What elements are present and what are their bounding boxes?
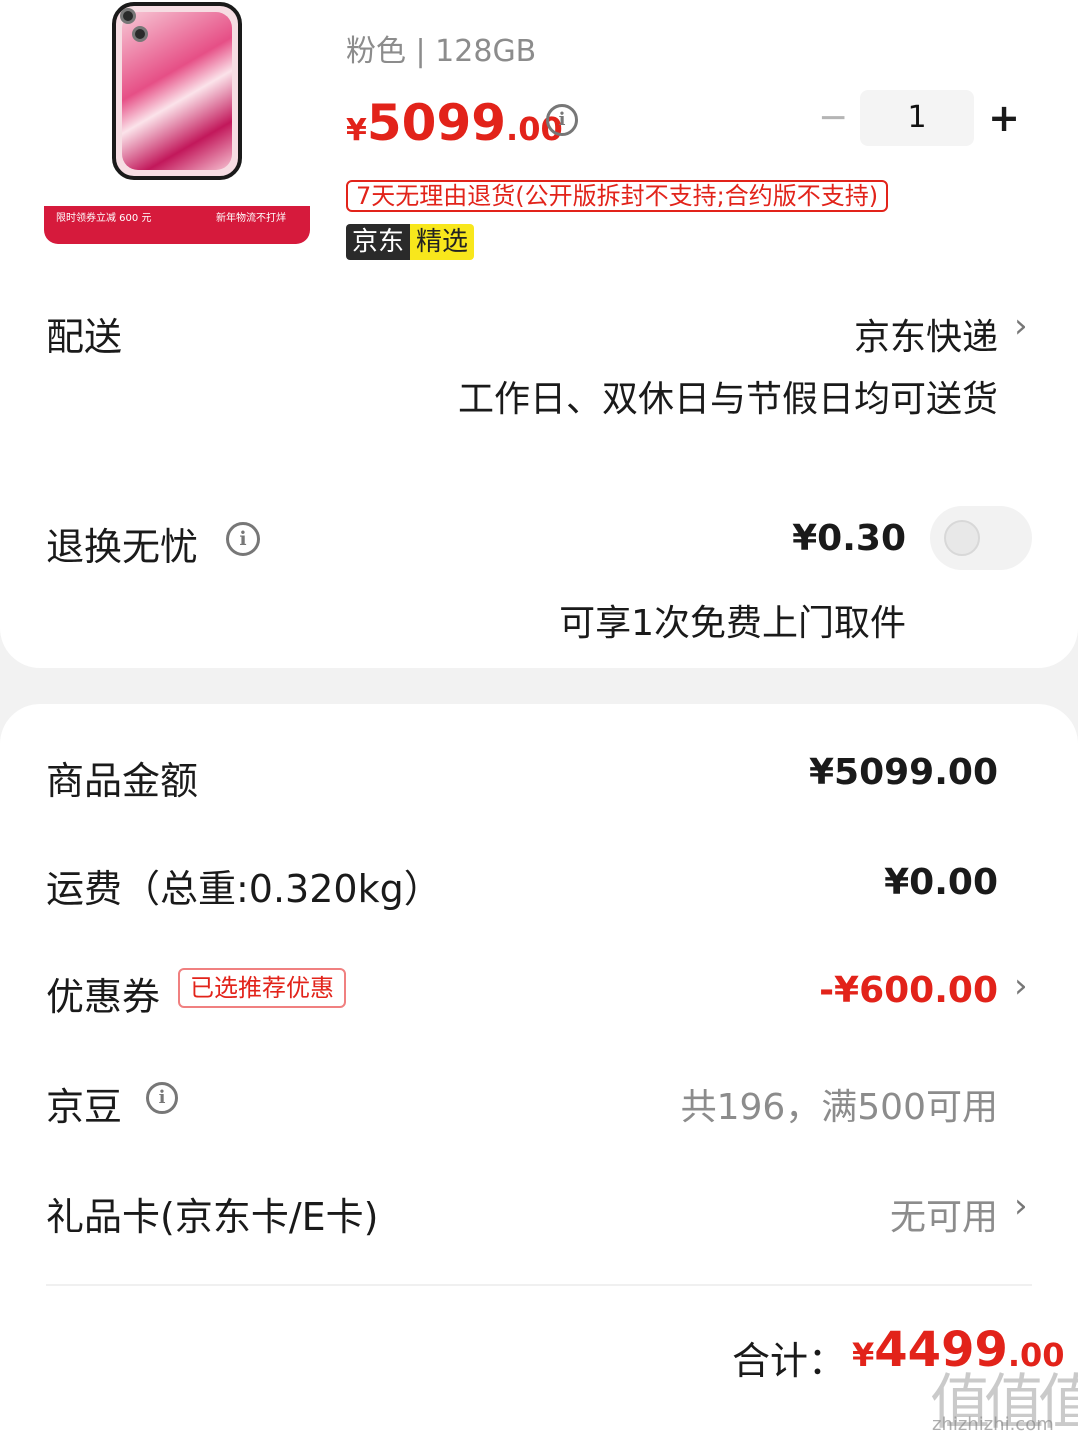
quantity-input[interactable]: 1: [860, 90, 974, 146]
camera-icon: [112, 0, 156, 46]
order-item-card: 限时领券立减 600 元 新年物流不打烊 粉色 | 128GB ¥5099.00…: [0, 0, 1078, 668]
return-service-price: ¥0.30: [792, 518, 906, 559]
jd-beans-value: 共196，满500可用: [680, 1087, 998, 1128]
jd-beans-info-icon[interactable]: i: [146, 1082, 178, 1114]
jd-badge-right: 精选: [410, 224, 475, 260]
delivery-method[interactable]: 京东快递: [854, 308, 998, 360]
price-info-icon[interactable]: i: [546, 104, 578, 136]
return-service-note: 可享1次免费上门取件: [559, 603, 906, 644]
product-variant[interactable]: 粉色 | 128GB: [346, 26, 536, 70]
jd-beans-label: 京豆: [46, 1085, 123, 1129]
total-symbol: ¥: [852, 1336, 875, 1374]
gift-card-value[interactable]: 无可用: [890, 1188, 998, 1240]
quantity-decrease-button[interactable]: −: [818, 100, 848, 136]
toggle-knob: [944, 520, 980, 556]
gift-card-chevron-icon[interactable]: ›: [1014, 1186, 1028, 1226]
goods-amount-value: ¥5099.00: [808, 752, 998, 793]
shipping-value: ¥0.00: [884, 862, 998, 903]
price-integer: 5099: [366, 94, 507, 152]
product-price: ¥5099.00: [346, 94, 563, 152]
coupon-selected-tag: 已选推荐优惠: [178, 968, 346, 1008]
coupon-chevron-icon[interactable]: ›: [1014, 966, 1028, 1006]
coupon-label: 优惠券: [46, 975, 161, 1019]
price-symbol: ¥: [346, 113, 367, 148]
delivery-label: 配送: [46, 315, 123, 359]
return-policy-tag: 7天无理由退货(公开版拆封不支持;合约版不支持): [346, 180, 889, 212]
delivery-note: 工作日、双休日与节假日均可送货: [457, 379, 998, 420]
gift-card-label: 礼品卡(京东卡/E卡): [46, 1195, 379, 1239]
return-service-info-icon[interactable]: i: [226, 522, 260, 556]
banner-left-text: 限时领券立减 600 元: [56, 213, 152, 224]
delivery-chevron-icon[interactable]: ›: [1014, 306, 1028, 346]
return-service-label: 退换无忧: [46, 525, 199, 569]
total-label: 合计：: [732, 1339, 847, 1383]
quantity-increase-button[interactable]: +: [986, 96, 1022, 140]
jd-badge-left: 京东: [346, 224, 411, 260]
return-service-toggle[interactable]: [930, 506, 1032, 570]
jd-selected-badge: 京东 精选: [346, 224, 475, 260]
goods-amount-label: 商品金额: [46, 759, 199, 803]
shipping-label: 运费（总重:0.320kg）: [46, 867, 442, 911]
summary-divider: [46, 1284, 1032, 1286]
coupon-value[interactable]: -¥600.00: [819, 970, 998, 1011]
banner-right-text: 新年物流不打烊: [216, 213, 286, 224]
watermark-url: zhizhizhi.com: [932, 1414, 1054, 1435]
product-image-banner: 限时领券立减 600 元 新年物流不打烊: [44, 206, 310, 244]
